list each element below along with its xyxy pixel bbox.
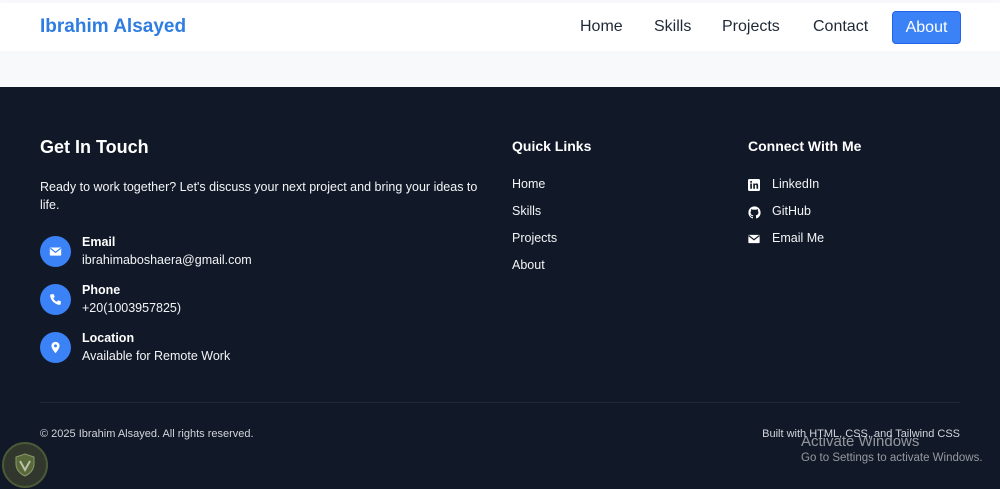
footer-divider	[40, 402, 960, 403]
nav-link-home[interactable]: Home	[580, 18, 623, 36]
windows-activation-watermark: Activate Windows Go to Settings to activ…	[801, 433, 983, 464]
shield-badge-icon	[2, 442, 48, 488]
linkedin-icon	[748, 179, 760, 191]
contact-email-label: Email	[82, 235, 116, 249]
footer: Get In Touch Ready to work together? Let…	[0, 87, 1000, 489]
phone-icon	[40, 284, 71, 315]
location-pin-icon	[40, 332, 71, 363]
contact-location-label: Location	[82, 331, 135, 345]
activate-windows-title: Activate Windows	[801, 433, 920, 450]
navbar: Ibrahim Alsayed Home Skills Projects Con…	[0, 3, 1000, 51]
nav-link-skills[interactable]: Skills	[654, 18, 691, 36]
nav-about-button[interactable]: About	[892, 11, 961, 44]
brand-logo[interactable]: Ibrahim Alsayed	[40, 16, 186, 38]
social-github-label: GitHub	[772, 204, 811, 218]
quick-link-projects[interactable]: Projects	[512, 231, 557, 245]
nav-link-contact[interactable]: Contact	[813, 18, 868, 36]
nav-link-projects[interactable]: Projects	[722, 18, 780, 36]
contact-phone-value[interactable]: +20(1003957825)	[82, 301, 181, 315]
quick-link-skills[interactable]: Skills	[512, 204, 541, 218]
contact-phone-label: Phone	[82, 283, 121, 297]
social-email-label: Email Me	[772, 231, 825, 245]
social-linkedin-label: LinkedIn	[772, 177, 820, 191]
github-icon	[748, 206, 761, 219]
envelope-icon	[40, 236, 71, 267]
contact-email-value[interactable]: ibrahimaboshaera@gmail.com	[82, 253, 252, 267]
contact-location-value: Available for Remote Work	[82, 349, 231, 363]
quick-link-home[interactable]: Home	[512, 177, 545, 191]
connect-heading: Connect With Me	[748, 138, 862, 154]
envelope-icon	[748, 234, 760, 244]
page-section-background	[0, 51, 1000, 87]
quick-link-about[interactable]: About	[512, 258, 545, 272]
copyright-text: © 2025 Ibrahim Alsayed. All rights reser…	[40, 428, 254, 440]
get-in-touch-description: Ready to work together? Let's discuss yo…	[40, 180, 478, 212]
activate-windows-subtitle: Go to Settings to activate Windows.	[801, 452, 983, 464]
get-in-touch-heading: Get In Touch	[40, 137, 149, 157]
quick-links-heading: Quick Links	[512, 138, 592, 154]
